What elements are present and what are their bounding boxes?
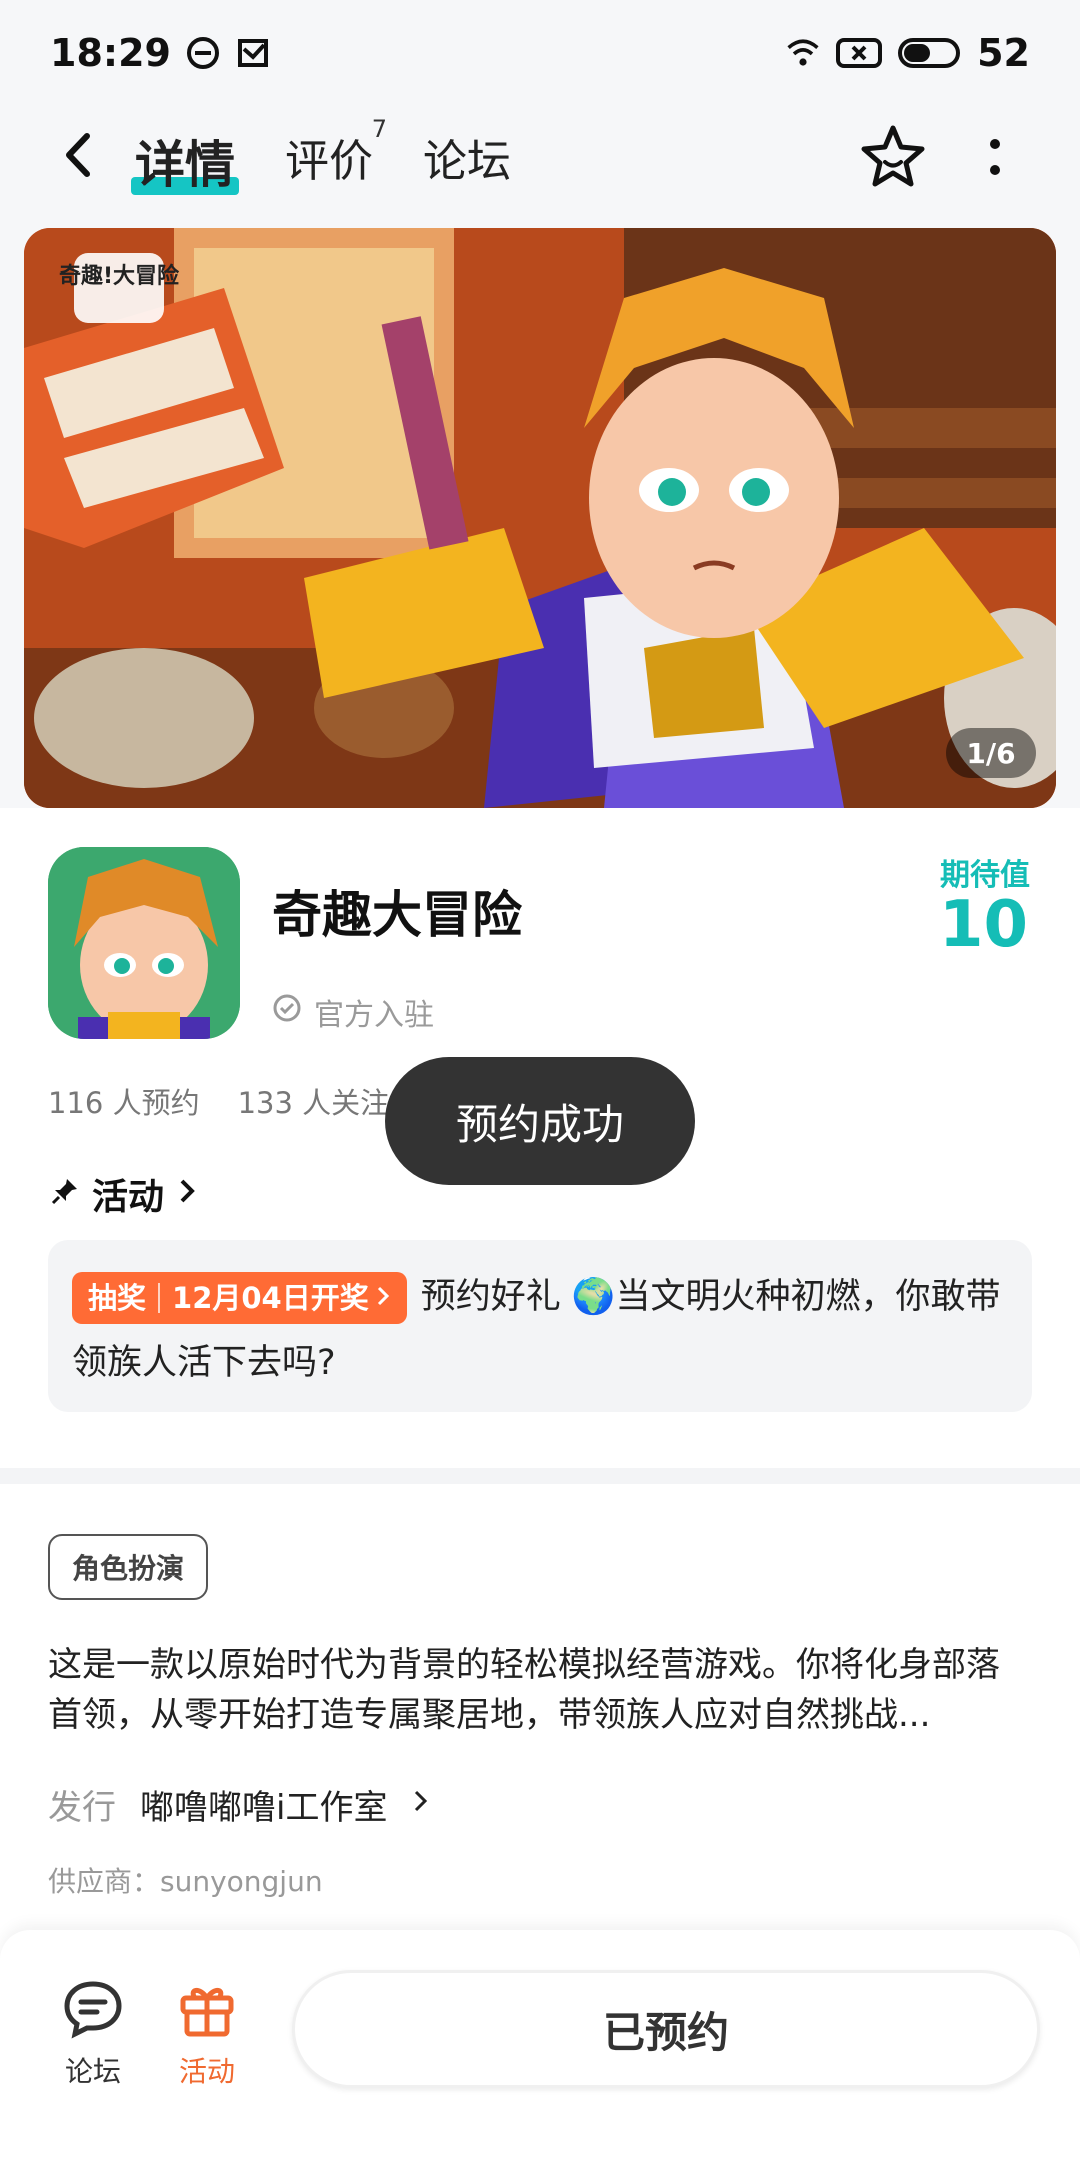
battery-icon: [897, 35, 963, 71]
back-icon[interactable]: [55, 130, 105, 180]
genre-tag[interactable]: 角色扮演: [48, 1534, 209, 1600]
app-icon: [48, 847, 240, 1039]
activity-heading: 活动: [92, 1177, 165, 1218]
activity-card[interactable]: 抽奖 12月04日开奖 预约好礼 🌍当文明火种初燃，你敢带领族人活下去吗?: [48, 1240, 1032, 1412]
dnd-icon: [185, 35, 221, 71]
lottery-badge-date: 12月04日开奖: [172, 1281, 369, 1315]
tab-forum[interactable]: 论坛: [423, 125, 511, 189]
lottery-badge[interactable]: 抽奖 12月04日开奖: [72, 1272, 407, 1324]
review-count-badge: 7: [371, 115, 387, 143]
expectation-value: 10: [938, 888, 1028, 962]
publisher-name: 嘟噜嘟噜i工作室: [140, 1788, 388, 1828]
official-label: 官方入驻: [314, 998, 434, 1033]
lottery-badge-type: 抽奖: [88, 1281, 147, 1315]
more-icon[interactable]: [975, 130, 1015, 190]
hero-banner[interactable]: 奇趣!大冒险 1/6: [24, 228, 1056, 808]
badge-separator: [158, 1283, 161, 1313]
supplier-info: 供应商：sunyongjun: [48, 1865, 323, 1898]
battery-level: 52: [977, 30, 1030, 75]
bottom-activity-label: 活动: [178, 2055, 235, 2088]
section-divider: [0, 1468, 1080, 1484]
publisher-label: 发行: [48, 1788, 116, 1828]
official-badge: 官方入驻: [272, 990, 434, 1034]
chevron-right-icon: [375, 1272, 391, 1324]
banner-logo-text: 奇趣!大冒险: [59, 263, 180, 289]
status-time: 18:29: [50, 30, 171, 75]
bottom-forum-button[interactable]: 论坛: [48, 1976, 138, 2090]
star-face-icon[interactable]: [858, 122, 928, 192]
publisher-row[interactable]: 发行 嘟噜嘟噜i工作室: [48, 1780, 431, 1829]
reservation-count: 116 人预约: [48, 1086, 200, 1120]
reserved-button[interactable]: 已预约: [292, 1970, 1040, 2088]
chevron-right-icon: [411, 1785, 431, 1825]
game-description[interactable]: 这是一款以原始时代为背景的轻松模拟经营游戏。你将化身部落首领，从零开始打造专属聚…: [48, 1640, 1032, 1740]
banner-page-counter: 1/6: [946, 728, 1036, 778]
wifi-icon: [785, 35, 821, 71]
verified-check-icon: [272, 993, 302, 1031]
top-nav: 详情 评价 7 论坛: [0, 110, 1080, 200]
stats-row: 116 人预约 133 人关注: [48, 1080, 389, 1122]
hero-illustration: 奇趣!大冒险: [24, 228, 1056, 808]
pin-icon: [50, 1174, 80, 1215]
tab-details[interactable]: 详情: [131, 125, 239, 197]
bottom-activity-button[interactable]: 活动: [162, 1976, 252, 2090]
tab-reviews[interactable]: 评价 7: [285, 115, 387, 189]
gift-icon: [175, 1976, 239, 2040]
tab-details-label: 详情: [135, 136, 235, 194]
follower-count: 133 人关注: [237, 1086, 390, 1120]
chat-bubble-icon: [61, 1976, 125, 2040]
tab-reviews-label: 评价: [285, 136, 373, 187]
mail-icon: [235, 35, 271, 71]
toast-reserve-success: 预约成功: [385, 1057, 695, 1185]
sim-x-icon: [835, 35, 883, 71]
app-title: 奇趣大冒险: [272, 886, 522, 944]
chevron-right-icon: [176, 1174, 198, 1215]
bottom-forum-label: 论坛: [64, 2055, 121, 2088]
status-bar: 18:29 52: [0, 0, 1080, 105]
activity-section-link[interactable]: 活动: [50, 1168, 198, 1220]
